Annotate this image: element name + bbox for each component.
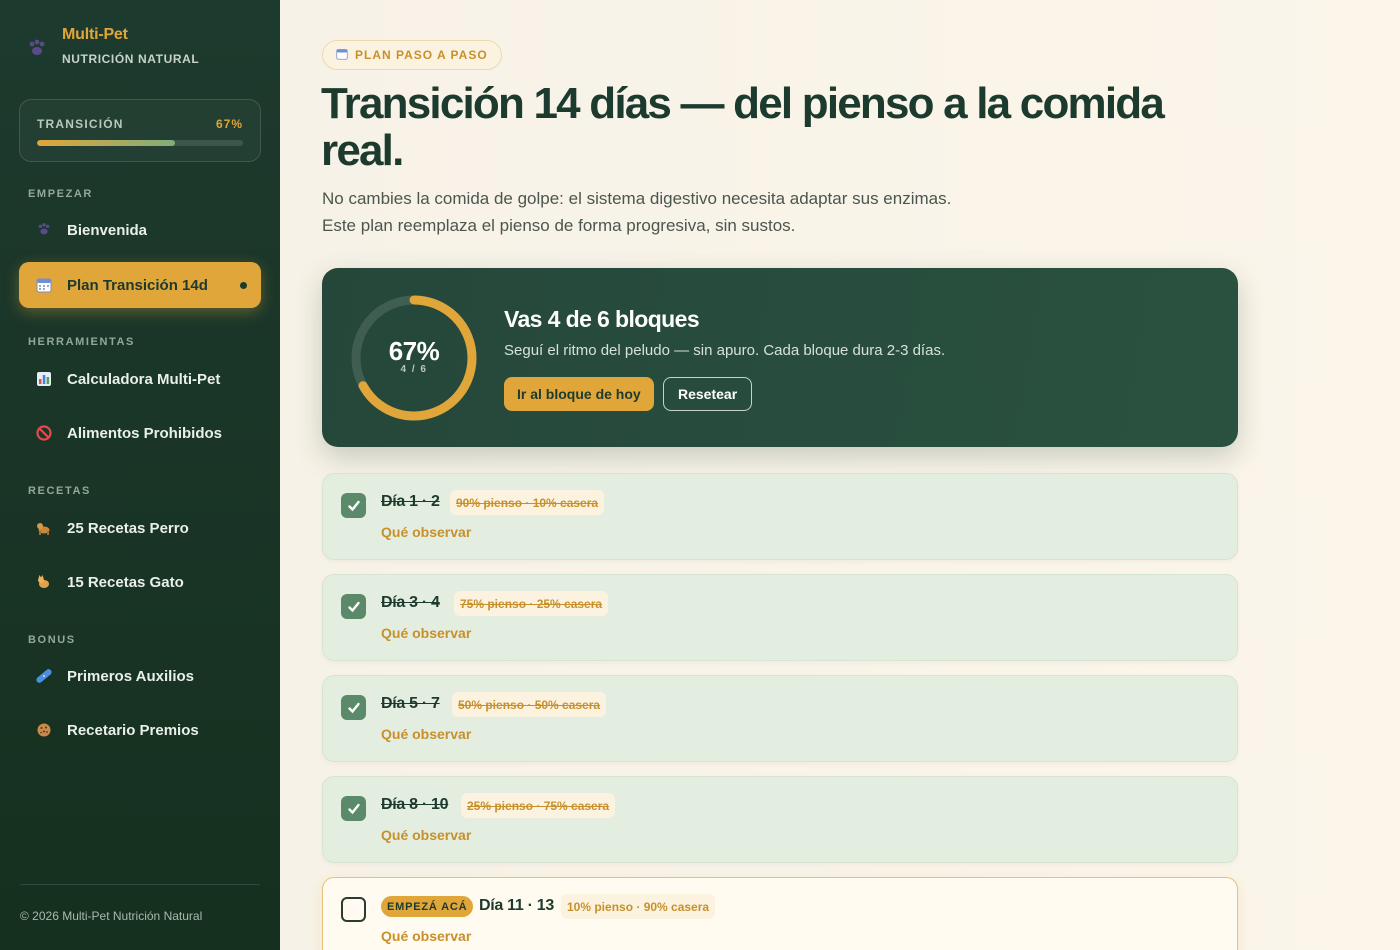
ring-fraction: 4 / 6 <box>400 364 428 375</box>
prohibited-icon <box>35 424 53 442</box>
sidebar-item-label: 25 Recetas Perro <box>67 519 189 537</box>
step-card[interactable]: Día 3 · 4 75% pienso · 25% casera Qué ob… <box>322 574 1238 661</box>
sidebar: Multi-Pet NUTRICIÓN NATURAL TRANSICIÓN 6… <box>0 0 280 950</box>
checkbox-checked[interactable] <box>341 493 366 518</box>
step-day: Día 5 · 7 <box>381 695 440 712</box>
step-observe-link[interactable]: Qué observar <box>381 928 471 944</box>
step-observe-link[interactable]: Qué observar <box>381 625 471 641</box>
page-title: Transición 14 días — del pienso a la com… <box>321 79 1165 175</box>
step-day: Día 1 · 2 <box>381 493 440 510</box>
brand-subtitle: NUTRICIÓN NATURAL <box>62 52 200 66</box>
section-tools: HERRAMIENTAS <box>28 336 135 348</box>
hero-title: Vas 4 de 6 bloques <box>504 306 700 332</box>
step-mix: 90% pienso · 10% casera <box>450 490 605 515</box>
paw-icon <box>35 221 53 239</box>
cookie-icon <box>35 721 53 739</box>
section-recipes: RECETAS <box>28 485 91 497</box>
reset-button[interactable]: Resetear <box>663 377 753 411</box>
active-dot <box>240 281 247 289</box>
sidebar-item-label: Bienvenida <box>67 221 148 239</box>
transition-progress-fill <box>37 140 176 146</box>
step-card[interactable]: Día 8 · 10 25% pienso · 75% casera Qué o… <box>322 776 1238 863</box>
go-to-today-button[interactable]: Ir al bloque de hoy <box>504 377 654 411</box>
sidebar-item-recetario-premios[interactable]: Recetario Premios <box>19 707 261 753</box>
sidebar-item-recetas-perro[interactable]: 25 Recetas Perro <box>19 505 261 551</box>
sidebar-item-calculadora[interactable]: Calculadora Multi-Pet <box>19 356 261 402</box>
transition-progress-card: TRANSICIÓN 67% <box>19 99 261 162</box>
main-content: PLAN PASO A PASO Transición 14 días — de… <box>280 0 1400 950</box>
transition-label: TRANSICIÓN <box>37 117 124 131</box>
step-card-current[interactable]: EMPEZÁ ACÁ Día 11 · 13 10% pienso · 90% … <box>322 877 1238 950</box>
sidebar-item-recetas-gato[interactable]: 15 Recetas Gato <box>19 559 261 605</box>
sidebar-item-label: Alimentos Prohibidos <box>67 424 223 442</box>
checkbox-checked[interactable] <box>341 796 366 821</box>
sidebar-item-bienvenida[interactable]: Bienvenida <box>19 207 261 253</box>
ring-percent: 67% <box>388 336 440 366</box>
section-pill: PLAN PASO A PASO <box>322 40 502 70</box>
step-card[interactable]: Día 5 · 7 50% pienso · 50% casera Qué ob… <box>322 675 1238 762</box>
transition-progress-bar <box>37 140 243 146</box>
sidebar-item-plan-transicion[interactable]: Plan Transición 14d <box>19 262 261 308</box>
sidebar-item-label: Calculadora Multi-Pet <box>67 370 221 388</box>
step-observe-link[interactable]: Qué observar <box>381 524 471 540</box>
step-day: Día 11 · 13 <box>479 897 554 914</box>
section-bonus: BONUS <box>28 634 76 646</box>
step-mix: 10% pienso · 90% casera <box>561 894 716 919</box>
transition-percent: 67% <box>215 117 243 131</box>
bar-chart-icon <box>35 370 53 388</box>
step-day: Día 3 · 4 <box>381 594 440 611</box>
paw-icon <box>24 36 50 62</box>
hero-subtitle: Seguí el ritmo del peludo — sin apuro. C… <box>504 342 946 359</box>
sidebar-item-primeros-auxilios[interactable]: Primeros Auxilios <box>19 653 261 699</box>
step-mix: 25% pienso · 75% casera <box>461 793 616 818</box>
brand-title: Multi-Pet <box>62 26 128 43</box>
progress-hero: 67% 4 / 6 Vas 4 de 6 bloques Seguí el ri… <box>322 268 1238 447</box>
step-observe-link[interactable]: Qué observar <box>381 827 471 843</box>
cat-icon <box>35 573 53 591</box>
calendar-icon <box>336 48 348 63</box>
checkbox-checked[interactable] <box>341 594 366 619</box>
section-start: EMPEZAR <box>28 188 93 200</box>
checkbox-unchecked[interactable] <box>341 897 366 922</box>
step-observe-link[interactable]: Qué observar <box>381 726 471 742</box>
dog-icon <box>35 519 53 537</box>
sidebar-footer: © 2026 Multi-Pet Nutrición Natural <box>20 884 260 923</box>
sidebar-item-label: Recetario Premios <box>67 721 199 739</box>
step-mix: 50% pienso · 50% casera <box>452 692 607 717</box>
start-here-badge: EMPEZÁ ACÁ <box>381 896 474 917</box>
step-day: Día 8 · 10 <box>381 796 449 813</box>
calendar-icon <box>35 276 53 294</box>
pill-label: PLAN PASO A PASO <box>355 48 488 62</box>
page-lead: No cambies la comida de golpe: el sistem… <box>322 189 952 235</box>
sidebar-item-label: Plan Transición 14d <box>67 276 208 294</box>
step-card[interactable]: Día 1 · 2 90% pienso · 10% casera Qué ob… <box>322 473 1238 560</box>
sidebar-item-alimentos-prohibidos[interactable]: Alimentos Prohibidos <box>19 410 261 456</box>
step-mix: 75% pienso · 25% casera <box>454 591 609 616</box>
brand[interactable]: Multi-Pet NUTRICIÓN NATURAL <box>24 26 199 66</box>
bandage-icon <box>35 667 53 685</box>
sidebar-item-label: Primeros Auxilios <box>67 667 194 685</box>
sidebar-item-label: 15 Recetas Gato <box>67 573 184 591</box>
checkbox-checked[interactable] <box>341 695 366 720</box>
